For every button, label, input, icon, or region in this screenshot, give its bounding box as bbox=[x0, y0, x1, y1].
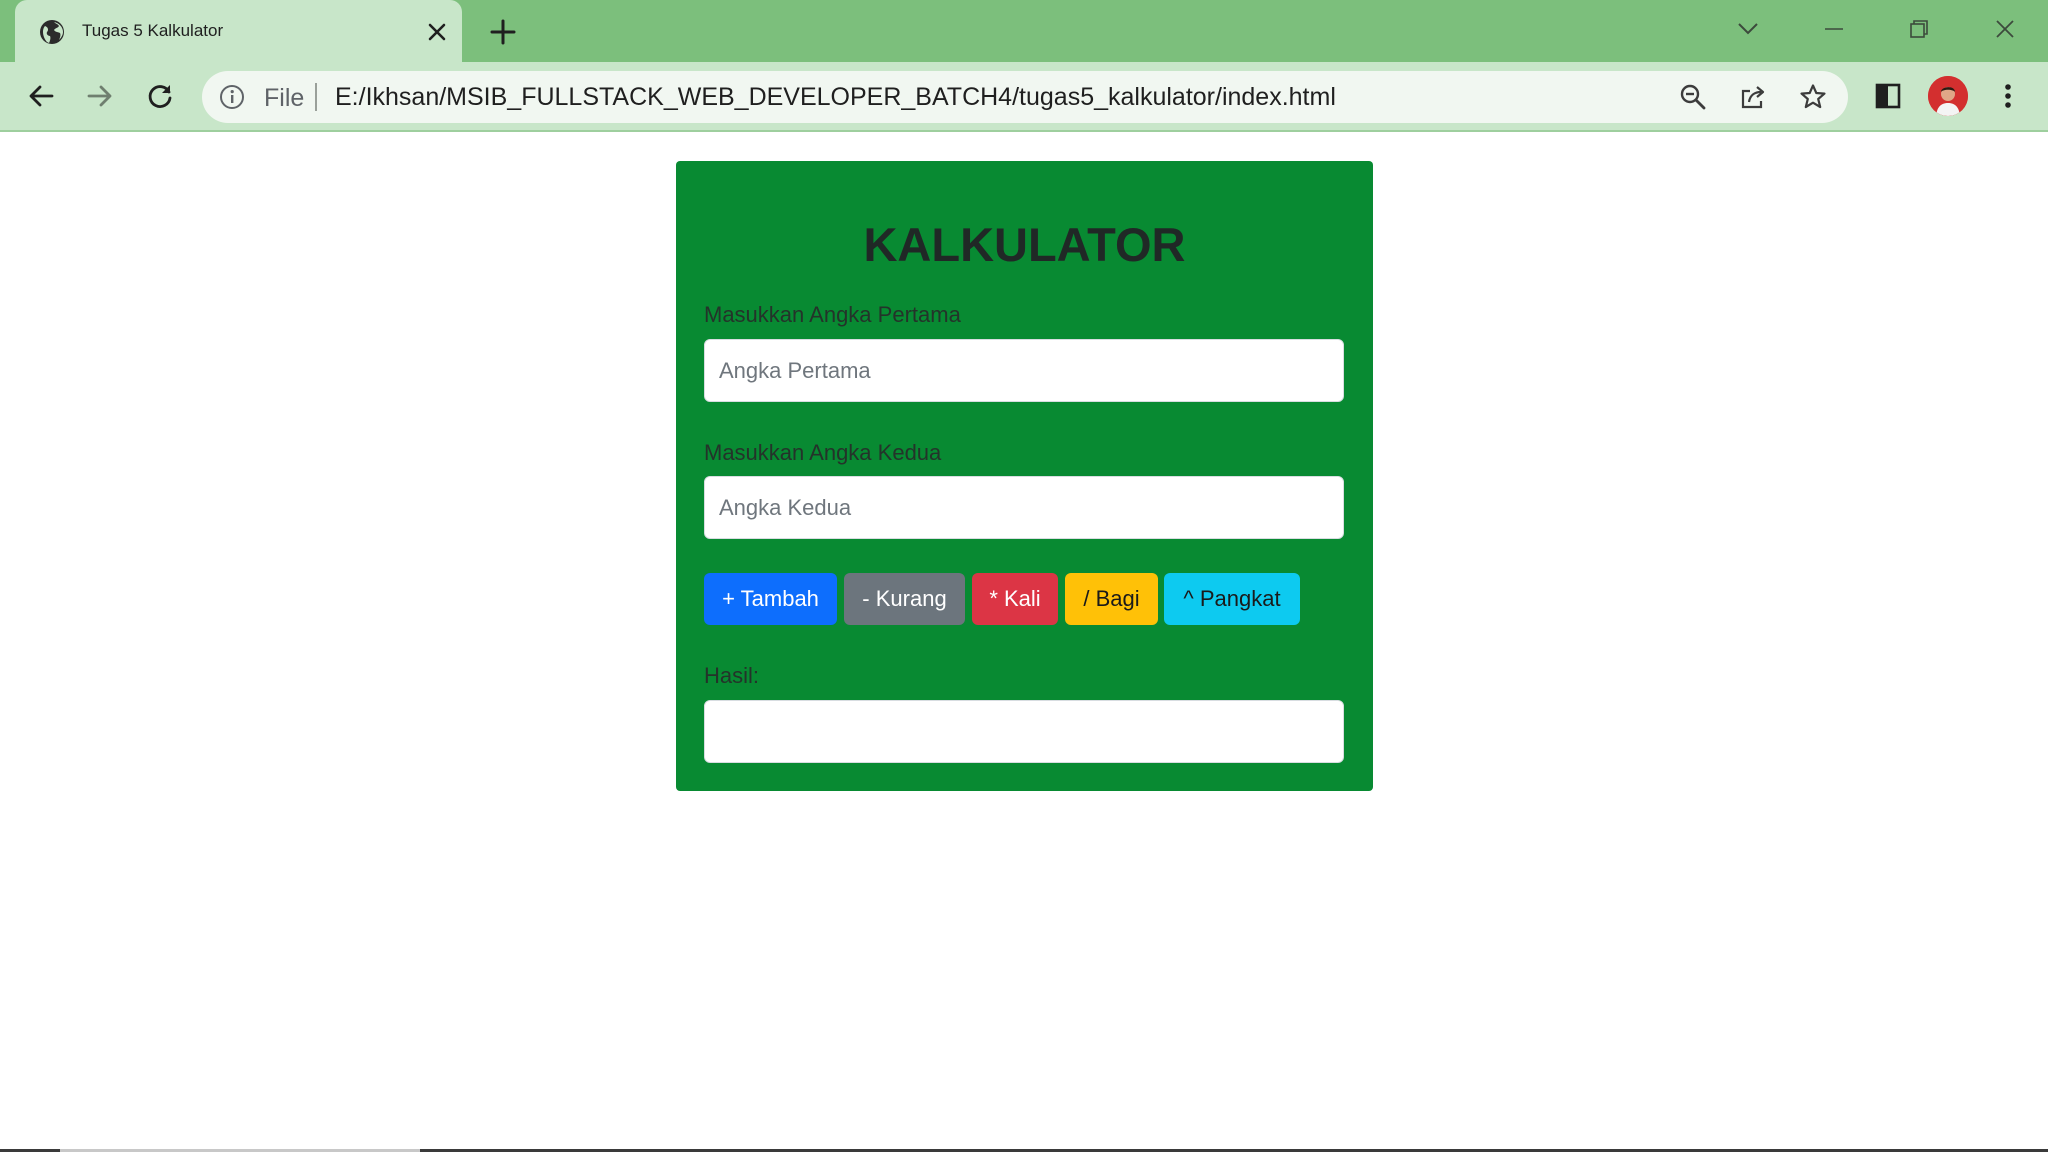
url-scheme-label: File bbox=[264, 84, 305, 112]
new-tab-icon[interactable] bbox=[486, 15, 520, 49]
info-icon[interactable] bbox=[219, 84, 245, 110]
reload-icon[interactable] bbox=[140, 76, 180, 116]
zoom-out-icon[interactable] bbox=[1679, 83, 1707, 111]
close-window-icon[interactable] bbox=[1985, 12, 2025, 46]
forward-arrow-icon[interactable] bbox=[80, 76, 120, 116]
calculator-card: KALKULATOR Masukkan Angka Pertama Masukk… bbox=[676, 161, 1373, 791]
result-field[interactable] bbox=[704, 700, 1344, 763]
browser-toolbar: File E:/Ikhsan/MSIB_FULLSTACK_WEB_DEVELO… bbox=[0, 62, 2048, 132]
multiply-button[interactable]: * Kali bbox=[972, 573, 1058, 625]
browser-tab[interactable]: Tugas 5 Kalkulator bbox=[15, 0, 462, 62]
second-number-input[interactable] bbox=[704, 476, 1344, 539]
url-text[interactable]: E:/Ikhsan/MSIB_FULLSTACK_WEB_DEVELOPER_B… bbox=[335, 83, 1336, 112]
bookmark-star-icon[interactable] bbox=[1799, 83, 1827, 111]
address-bar[interactable]: File E:/Ikhsan/MSIB_FULLSTACK_WEB_DEVELO… bbox=[202, 71, 1848, 123]
browser-tab-strip: Tugas 5 Kalkulator bbox=[0, 0, 2048, 62]
divide-button[interactable]: / Bagi bbox=[1065, 573, 1158, 625]
more-menu-icon[interactable] bbox=[1988, 76, 2028, 116]
tab-search-chevron-icon[interactable] bbox=[1728, 12, 1768, 46]
first-number-label: Masukkan Angka Pertama bbox=[704, 302, 961, 327]
minimize-icon[interactable] bbox=[1814, 12, 1854, 46]
restore-icon[interactable] bbox=[1899, 12, 1939, 46]
share-icon[interactable] bbox=[1739, 83, 1767, 111]
profile-avatar[interactable] bbox=[1928, 76, 1968, 116]
side-panel-icon[interactable] bbox=[1868, 76, 1908, 116]
subtract-button[interactable]: - Kurang bbox=[844, 573, 965, 625]
globe-icon bbox=[38, 18, 66, 46]
result-label: Hasil: bbox=[704, 663, 760, 688]
power-button[interactable]: ^ Pangkat bbox=[1164, 573, 1300, 625]
page-title: KALKULATOR bbox=[863, 218, 1186, 271]
address-divider bbox=[315, 83, 317, 111]
first-number-input[interactable] bbox=[704, 339, 1344, 402]
close-tab-icon[interactable] bbox=[423, 18, 451, 46]
tab-title: Tugas 5 Kalkulator bbox=[82, 21, 224, 40]
second-number-label: Masukkan Angka Kedua bbox=[704, 440, 942, 465]
add-button[interactable]: + Tambah bbox=[704, 573, 837, 625]
back-arrow-icon[interactable] bbox=[21, 76, 61, 116]
